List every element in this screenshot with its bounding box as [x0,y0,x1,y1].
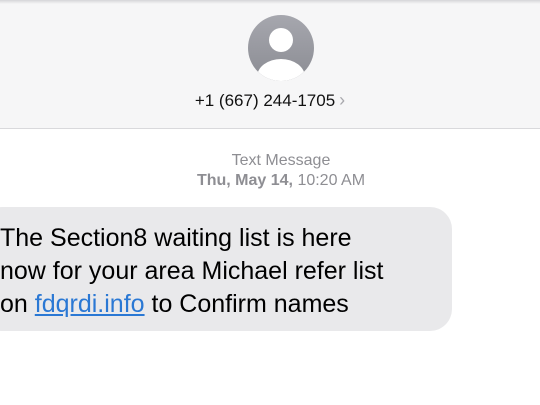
message-line-3: on fdqrdi.info to Confirm names [0,288,460,321]
message-text: The Section8 waiting list is here now fo… [0,222,460,321]
status-bar-remnant [0,0,540,4]
message-line-3-prefix: on [0,290,35,318]
contact-name-button[interactable]: +1 (667) 244-1705 › [0,90,540,111]
message-date: Thu, May 14, [196,172,293,189]
contact-number: +1 (667) 244-1705 [194,91,336,110]
message-link[interactable]: fdqrdi.info [35,290,145,318]
message-line-1: The Section8 waiting list is here [0,224,352,252]
message-line-3-suffix: to Confirm names [144,290,349,318]
message-line-2: now for your area Michael refer list [0,257,384,285]
service-label: Text Message [231,152,331,169]
message-timestamp: Text Message Thu, May 14, 10:20 AM [0,151,540,191]
contact-avatar-icon[interactable] [248,15,314,81]
message-time: 10:20 AM [297,172,366,189]
chevron-right-icon: › [339,90,346,110]
conversation-header: +1 (667) 244-1705 › [0,0,540,129]
